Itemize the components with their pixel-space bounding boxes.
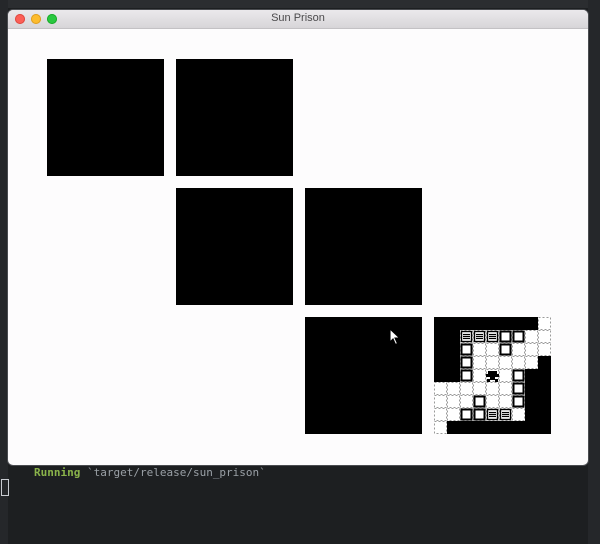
window-titlebar[interactable]: Sun Prison [8,10,588,29]
level-select-area [8,29,588,465]
level-tile-4[interactable] [305,188,422,305]
terminal-status: Running [34,466,81,479]
level-tile-1[interactable] [47,59,164,176]
editor-right-gutter [588,0,600,544]
game-window: Sun Prison [8,10,588,465]
mouse-pointer-icon [389,328,401,346]
level-preview [434,317,551,434]
terminal-command: `target/release/sun_prison` [86,466,266,479]
level-tile-3[interactable] [176,188,293,305]
terminal-cursor [1,479,9,496]
terminal-output-line: Running `target/release/sun_prison` [34,466,266,479]
editor-left-gutter [0,0,8,544]
level-tile-5[interactable] [305,317,422,434]
level-tile-2[interactable] [176,59,293,176]
editor-top-bar [0,0,600,8]
level-tile-6[interactable] [434,317,551,434]
window-title: Sun Prison [271,12,325,24]
